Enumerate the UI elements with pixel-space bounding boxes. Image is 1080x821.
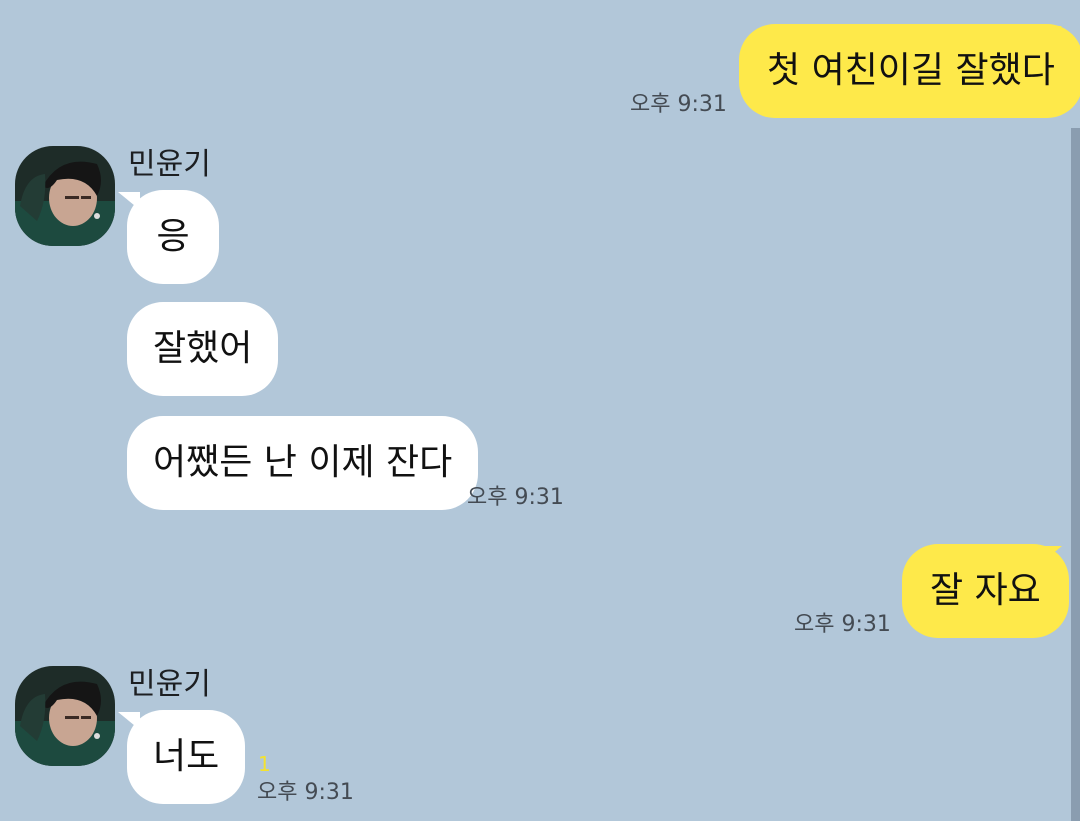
my-message-bubble[interactable]: 첫 여친이길 잘했다 bbox=[739, 24, 1080, 118]
their-message-bubble[interactable]: 어쨌든 난 이제 잔다 bbox=[127, 416, 479, 510]
bubble-tail bbox=[118, 712, 140, 730]
profile-photo-icon[interactable] bbox=[15, 666, 115, 766]
message-time: 오후 9:31 bbox=[467, 485, 564, 510]
message-text: 첫 여친이길 잘했다 bbox=[767, 50, 1055, 91]
scrollbar[interactable] bbox=[1071, 128, 1080, 821]
message-text: 너도 bbox=[153, 736, 220, 777]
message-text: 잘했어 bbox=[153, 328, 253, 369]
message-time: 오후 9:31 bbox=[794, 612, 891, 637]
message-text: 응 bbox=[156, 216, 190, 257]
sender-name: 민윤기 bbox=[128, 667, 211, 702]
bubble-tail bbox=[1040, 546, 1062, 564]
profile-photo-icon[interactable] bbox=[15, 146, 115, 246]
message-text: 잘 자요 bbox=[930, 570, 1041, 611]
their-message-bubble[interactable]: 잘했어 bbox=[127, 302, 279, 396]
chat-room[interactable]: 오후 9:31 첫 여친이길 잘했다 민윤기 응 잘했어 어쨌든 난 이제 잔다… bbox=[0, 0, 1080, 821]
bubble-tail bbox=[118, 192, 140, 210]
message-text: 어쨌든 난 이제 잔다 bbox=[153, 442, 453, 483]
their-message-bubble[interactable]: 응 bbox=[127, 190, 219, 284]
sender-name: 민윤기 bbox=[128, 147, 211, 182]
message-time: 오후 9:31 bbox=[257, 780, 354, 805]
their-message-bubble[interactable]: 너도 bbox=[127, 710, 246, 804]
bubble-tail bbox=[1040, 26, 1062, 44]
unread-count: 1 bbox=[258, 752, 271, 776]
message-time: 오후 9:31 bbox=[630, 92, 727, 117]
